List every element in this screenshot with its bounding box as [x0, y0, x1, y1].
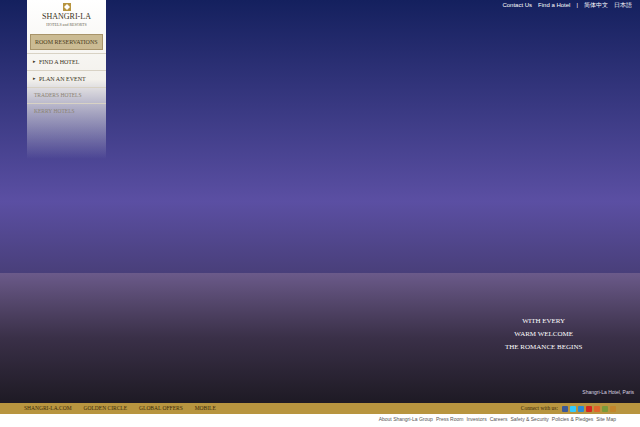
social-icon[interactable] [602, 406, 608, 412]
social-icon[interactable] [570, 406, 576, 412]
footer-link[interactable]: Investors [466, 416, 486, 422]
menu-button[interactable]: ROOM RESERVATIONS [30, 34, 103, 50]
social-icon[interactable] [586, 406, 592, 412]
brand-link[interactable]: KERRY HOTELS [27, 103, 106, 119]
top-link[interactable]: Contact Us [502, 1, 532, 9]
footer-link[interactable]: Press Room [436, 416, 464, 422]
bottom-bar: SHANGRI-LA.COM GOLDEN CIRCLE GLOBAL OFFERS… [0, 403, 640, 414]
arrow-icon: ▸ [33, 75, 36, 83]
page: Contact Us Find a Hotel | 简体中文日本語 SHANGRI-LA… [0, 0, 640, 427]
footer-link[interactable]: Site Map [596, 416, 616, 422]
bar-link[interactable]: GOLDEN CIRCLE [84, 405, 128, 412]
footer-link[interactable]: Policies & Pledges [552, 416, 593, 422]
logo-icon [62, 2, 72, 12]
arrow-icon: ▸ [33, 58, 36, 66]
bar-link[interactable]: SHANGRI-LA.COM [24, 405, 72, 412]
menu-link[interactable]: ▸PLAN AN EVENT [27, 70, 106, 87]
footer: About Shangri-La GroupPress RoomInvestor… [0, 414, 640, 427]
footer-link[interactable]: Careers [490, 416, 508, 422]
menu-link[interactable]: ▸FIND A HOTEL [27, 53, 106, 70]
bar-link[interactable]: MOBILE [195, 405, 216, 412]
tagline-line: THE ROMANCE BEGINS [505, 343, 582, 352]
bar-link[interactable]: GLOBAL OFFERS [139, 405, 183, 412]
top-link[interactable]: 简体中文 [584, 1, 608, 9]
logo[interactable]: SHANGRI-LAHOTELS and RESORTS [27, 0, 106, 31]
footer-link[interactable]: Safety & Security [510, 416, 548, 422]
social-icon[interactable] [562, 406, 568, 412]
photo-caption: Shangri-La Hotel, Paris [582, 389, 634, 395]
brand-link[interactable]: TRADERS HOTELS [27, 87, 106, 103]
footer-link[interactable]: About Shangri-La Group [379, 416, 433, 422]
tagline: WITH EVERY WARM WELCOME THE ROMANCE BEGINS [505, 317, 582, 352]
nav-panel: SHANGRI-LAHOTELS and RESORTS ROOM RESERVA… [27, 0, 106, 159]
hero: Contact Us Find a Hotel | 简体中文日本語 SHANGRI-LA… [0, 0, 640, 403]
tagline-line: WITH EVERY [522, 317, 565, 326]
social-icon[interactable] [610, 406, 616, 412]
connect-label: Connect with us: [521, 405, 558, 412]
social-icon[interactable] [578, 406, 584, 412]
top-link[interactable]: 日本語 [614, 1, 632, 9]
top-link[interactable]: Find a Hotel [538, 1, 570, 9]
social-icon[interactable] [594, 406, 600, 412]
tagline-line: WARM WELCOME [514, 330, 573, 339]
top-links: Contact Us Find a Hotel | 简体中文日本語 [502, 1, 632, 9]
top-link[interactable]: | [576, 1, 578, 9]
